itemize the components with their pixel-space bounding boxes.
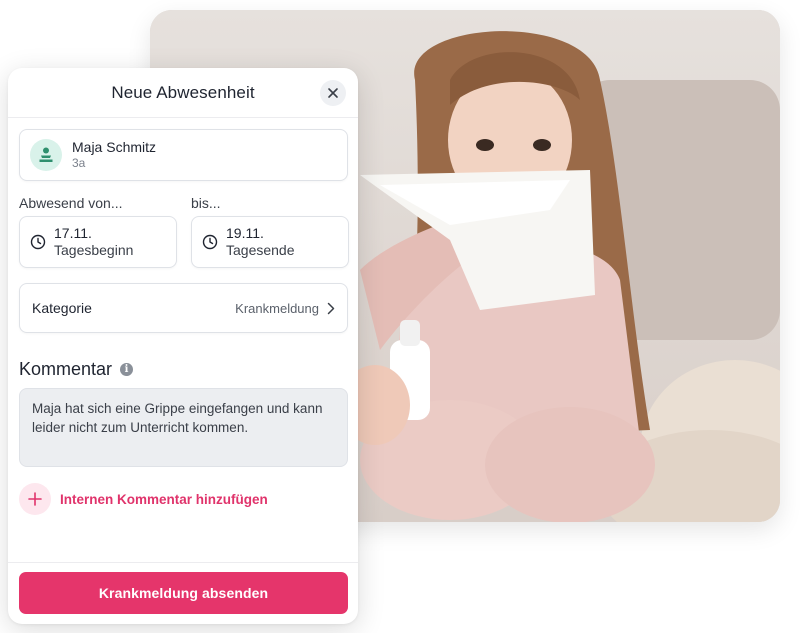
absent-until-label: bis... xyxy=(191,195,221,211)
comment-textarea[interactable]: Maja hat sich eine Grippe eingefangen un… xyxy=(19,388,348,467)
modal-title: Neue Abwesenheit xyxy=(111,82,255,102)
footer-divider xyxy=(8,562,358,563)
clock-icon xyxy=(30,234,46,250)
student-avatar-icon xyxy=(39,147,53,162)
student-name: Maja Schmitz xyxy=(72,139,157,155)
absent-until-field[interactable]: 19.11. Tagesende xyxy=(191,216,349,268)
absent-until-time: Tagesende xyxy=(226,242,295,258)
chevron-right-icon xyxy=(327,302,335,314)
add-internal-comment-label: Internen Kommentar hinzufügen xyxy=(60,491,268,507)
absent-from-time: Tagesbeginn xyxy=(54,242,134,258)
submit-sick-note-button[interactable]: Krankmeldung absenden xyxy=(19,572,348,614)
plus-icon-wrapper xyxy=(19,483,51,515)
comment-heading: Kommentar i xyxy=(19,359,134,380)
category-label: Kategorie xyxy=(32,300,92,316)
absent-from-field[interactable]: 17.11. Tagesbeginn xyxy=(19,216,177,268)
student-selector[interactable]: Maja Schmitz 3a xyxy=(19,129,348,181)
info-icon[interactable]: i xyxy=(120,363,134,376)
comment-title: Kommentar xyxy=(19,359,113,379)
avatar xyxy=(30,139,62,171)
absent-until-date: 19.11. xyxy=(226,225,264,241)
absent-from-label: Abwesend von... xyxy=(19,195,123,211)
add-internal-comment-button[interactable]: Internen Kommentar hinzufügen xyxy=(19,483,268,515)
modal-header: Neue Abwesenheit xyxy=(8,68,358,118)
close-button[interactable] xyxy=(320,80,346,106)
category-selector[interactable]: Kategorie Krankmeldung xyxy=(19,283,348,333)
absent-until-values: 19.11. Tagesende xyxy=(226,225,295,259)
category-value: Krankmeldung xyxy=(235,300,319,316)
new-absence-modal: Neue Abwesenheit Maja Schmitz 3a Abwesen… xyxy=(8,68,358,624)
close-icon xyxy=(328,88,338,98)
absent-from-values: 17.11. Tagesbeginn xyxy=(54,225,133,259)
plus-icon xyxy=(28,492,42,506)
absent-from-date: 17.11. xyxy=(54,225,92,241)
student-info: Maja Schmitz 3a xyxy=(72,139,156,171)
clock-icon xyxy=(202,234,218,250)
student-class: 3a xyxy=(72,156,86,170)
